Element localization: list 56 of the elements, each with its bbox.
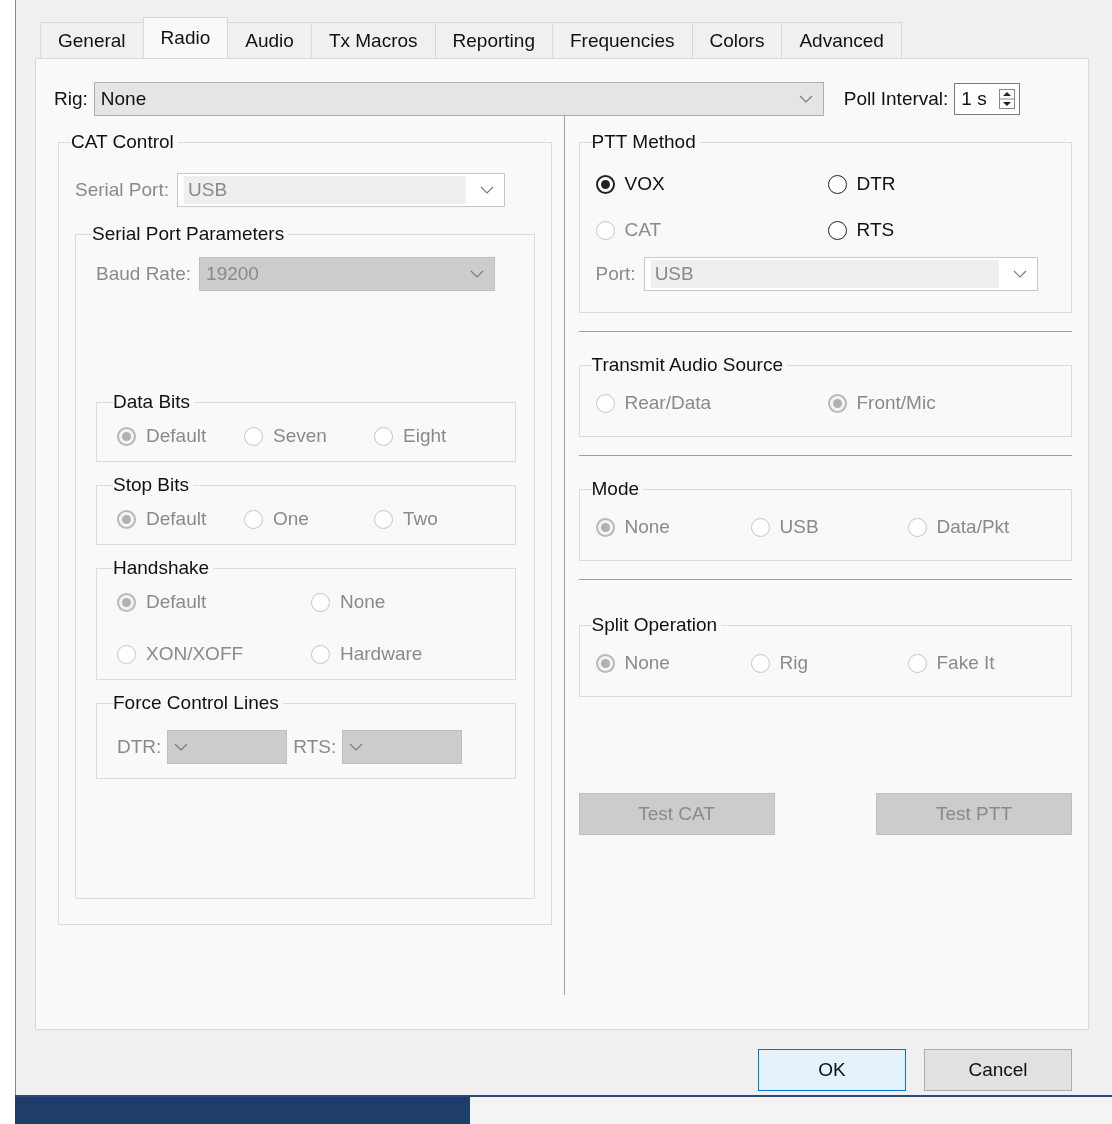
caret-icon bbox=[480, 186, 494, 194]
caret-icon bbox=[798, 95, 813, 103]
group-title: Stop Bits bbox=[113, 474, 191, 496]
tab[interactable]: General bbox=[40, 22, 144, 58]
group-title: Mode bbox=[591, 478, 641, 500]
dialog-button[interactable]: Cancel bbox=[924, 1049, 1072, 1091]
field-label: RTS: bbox=[293, 736, 337, 758]
radio-button[interactable] bbox=[827, 220, 847, 240]
radio-label: Rear/Data bbox=[624, 392, 712, 414]
radio-label: None bbox=[340, 591, 386, 613]
radio-label: None bbox=[624, 652, 670, 674]
radio-label: Two bbox=[403, 508, 438, 530]
radio-label: XON/XOFF bbox=[146, 643, 244, 665]
group-title: Handshake bbox=[113, 557, 211, 579]
field-label: DTR: bbox=[117, 736, 162, 758]
radio-label: VOX bbox=[624, 173, 665, 195]
group-title: Data Bits bbox=[113, 391, 192, 413]
field-label: Poll Interval: bbox=[843, 88, 949, 110]
radio-label: Data/Pkt bbox=[936, 516, 1010, 538]
spin-arrows-icon bbox=[998, 89, 1015, 109]
group-title: Serial Port Parameters bbox=[92, 223, 286, 245]
radio-label: Hardware bbox=[340, 643, 423, 665]
dropdown[interactable]: None bbox=[93, 82, 824, 116]
group-title: PTT Method bbox=[591, 131, 697, 153]
radio-label: Fake It bbox=[936, 652, 995, 674]
caret-icon bbox=[174, 743, 189, 751]
tab[interactable]: Radio bbox=[142, 17, 229, 58]
group-title: Split Operation bbox=[591, 614, 719, 636]
group-title: Force Control Lines bbox=[113, 692, 280, 714]
radio-label: Rig bbox=[779, 652, 808, 674]
field-label: Port: bbox=[595, 263, 636, 285]
spin-box[interactable]: 1 s bbox=[954, 83, 1020, 115]
caret-icon bbox=[470, 270, 485, 278]
caret-icon bbox=[349, 743, 364, 751]
radio-label: USB bbox=[779, 516, 819, 538]
radio-label: RTS bbox=[856, 219, 895, 241]
radio-label: Default bbox=[146, 591, 207, 613]
radio-label: DTR bbox=[856, 173, 896, 195]
field-label: Serial Port: bbox=[75, 179, 169, 201]
radio-label: Front/Mic bbox=[856, 392, 936, 414]
field-label: Baud Rate: bbox=[96, 263, 192, 285]
radio-label: Seven bbox=[273, 425, 327, 447]
radio-button[interactable] bbox=[595, 174, 615, 194]
radio-label: One bbox=[273, 508, 309, 530]
field-label: Rig: bbox=[54, 88, 88, 110]
radio-label: Default bbox=[146, 425, 207, 447]
tab[interactable]: Advanced bbox=[781, 22, 902, 58]
group-title: Transmit Audio Source bbox=[591, 354, 784, 376]
radio-label: Eight bbox=[403, 425, 447, 447]
caret-icon bbox=[1012, 270, 1027, 278]
radio-label: Default bbox=[146, 508, 207, 530]
group-title: CAT Control bbox=[71, 131, 175, 153]
dialog-button[interactable]: OK bbox=[758, 1049, 906, 1091]
radio-label: CAT bbox=[624, 219, 662, 241]
radio-label: None bbox=[624, 516, 670, 538]
radio-button[interactable] bbox=[827, 174, 847, 194]
